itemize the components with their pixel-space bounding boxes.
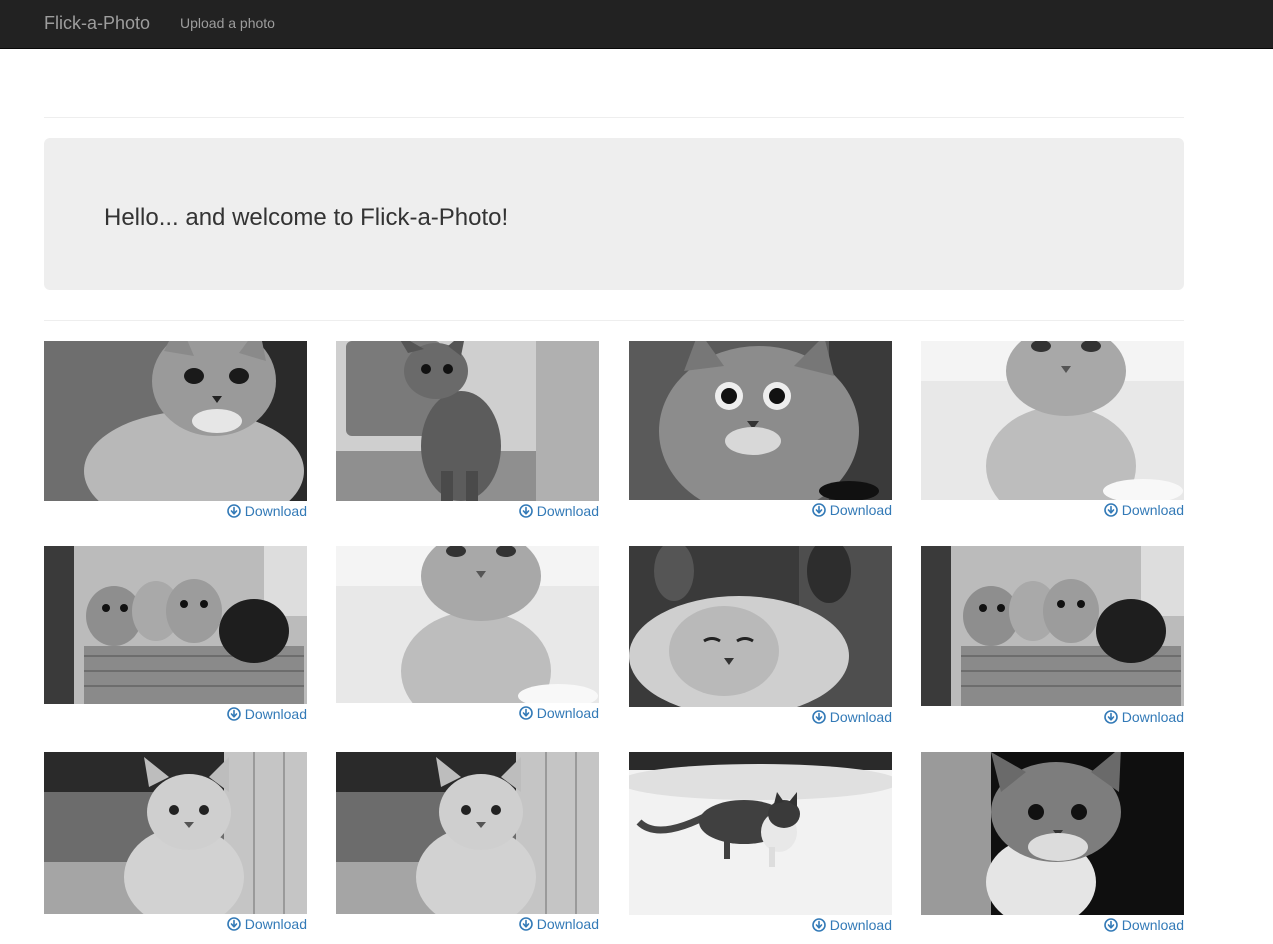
kitten-photo bbox=[921, 546, 1184, 707]
kitten-photo bbox=[44, 752, 307, 914]
download-link[interactable]: Download bbox=[226, 706, 307, 722]
circle-arrow-down-icon bbox=[518, 504, 533, 518]
top-navbar: Flick-a-Photo Upload a photo bbox=[0, 0, 1273, 49]
download-label: Download bbox=[829, 917, 892, 933]
download-link[interactable]: Download bbox=[226, 503, 307, 519]
download-label: Download bbox=[536, 705, 599, 721]
download-label: Download bbox=[1121, 917, 1184, 933]
circle-arrow-down-icon bbox=[226, 917, 241, 931]
kitten-photo bbox=[629, 546, 892, 707]
kitten-photo bbox=[336, 546, 599, 703]
photo-tile: Download bbox=[629, 341, 892, 522]
photo-tile: Download bbox=[629, 546, 892, 729]
circle-arrow-down-icon bbox=[811, 503, 826, 517]
download-label: Download bbox=[244, 503, 307, 519]
download-label: Download bbox=[536, 503, 599, 519]
photo-tile: Download bbox=[44, 752, 307, 936]
download-label: Download bbox=[1121, 709, 1184, 725]
download-label: Download bbox=[829, 502, 892, 518]
nav-link-upload[interactable]: Upload a photo bbox=[180, 15, 275, 31]
brand-link[interactable]: Flick-a-Photo bbox=[44, 13, 150, 33]
circle-arrow-down-icon bbox=[811, 710, 826, 724]
divider-top bbox=[44, 117, 1184, 118]
photo-tile: Download bbox=[336, 341, 599, 523]
kitten-photo bbox=[336, 752, 599, 914]
photo-tile: Download bbox=[921, 341, 1184, 522]
download-link[interactable]: Download bbox=[811, 502, 892, 518]
photo-tile: Download bbox=[44, 546, 307, 726]
kitten-photo bbox=[44, 546, 307, 704]
download-label: Download bbox=[829, 709, 892, 725]
download-link[interactable]: Download bbox=[518, 503, 599, 519]
download-label: Download bbox=[536, 916, 599, 932]
photo-tile: Download bbox=[336, 546, 599, 725]
download-link[interactable]: Download bbox=[226, 916, 307, 932]
download-label: Download bbox=[244, 706, 307, 722]
kitten-photo bbox=[629, 752, 892, 915]
download-link[interactable]: Download bbox=[811, 709, 892, 725]
kitten-photo bbox=[921, 341, 1184, 500]
kitten-photo bbox=[629, 341, 892, 500]
photo-tile: Download bbox=[921, 546, 1184, 729]
kitten-photo bbox=[921, 752, 1184, 915]
welcome-jumbotron: Hello... and welcome to Flick-a-Photo! bbox=[44, 138, 1184, 290]
download-link[interactable]: Download bbox=[518, 916, 599, 932]
download-link[interactable]: Download bbox=[811, 917, 892, 933]
download-link[interactable]: Download bbox=[1103, 502, 1184, 518]
photo-tile: Download bbox=[921, 752, 1184, 937]
circle-arrow-down-icon bbox=[518, 706, 533, 720]
circle-arrow-down-icon bbox=[1103, 918, 1118, 932]
photo-tile: Download bbox=[629, 752, 892, 937]
circle-arrow-down-icon bbox=[1103, 503, 1118, 517]
circle-arrow-down-icon bbox=[518, 917, 533, 931]
download-label: Download bbox=[1121, 502, 1184, 518]
kitten-photo bbox=[336, 341, 599, 501]
circle-arrow-down-icon bbox=[1103, 710, 1118, 724]
download-link[interactable]: Download bbox=[518, 705, 599, 721]
kitten-photo bbox=[44, 341, 307, 501]
welcome-heading: Hello... and welcome to Flick-a-Photo! bbox=[104, 204, 509, 231]
download-label: Download bbox=[244, 916, 307, 932]
download-link[interactable]: Download bbox=[1103, 917, 1184, 933]
divider-gallery bbox=[44, 320, 1184, 321]
photo-tile: Download bbox=[336, 752, 599, 936]
circle-arrow-down-icon bbox=[226, 504, 241, 518]
download-link[interactable]: Download bbox=[1103, 709, 1184, 725]
circle-arrow-down-icon bbox=[811, 918, 826, 932]
circle-arrow-down-icon bbox=[226, 707, 241, 721]
photo-tile: Download bbox=[44, 341, 307, 523]
